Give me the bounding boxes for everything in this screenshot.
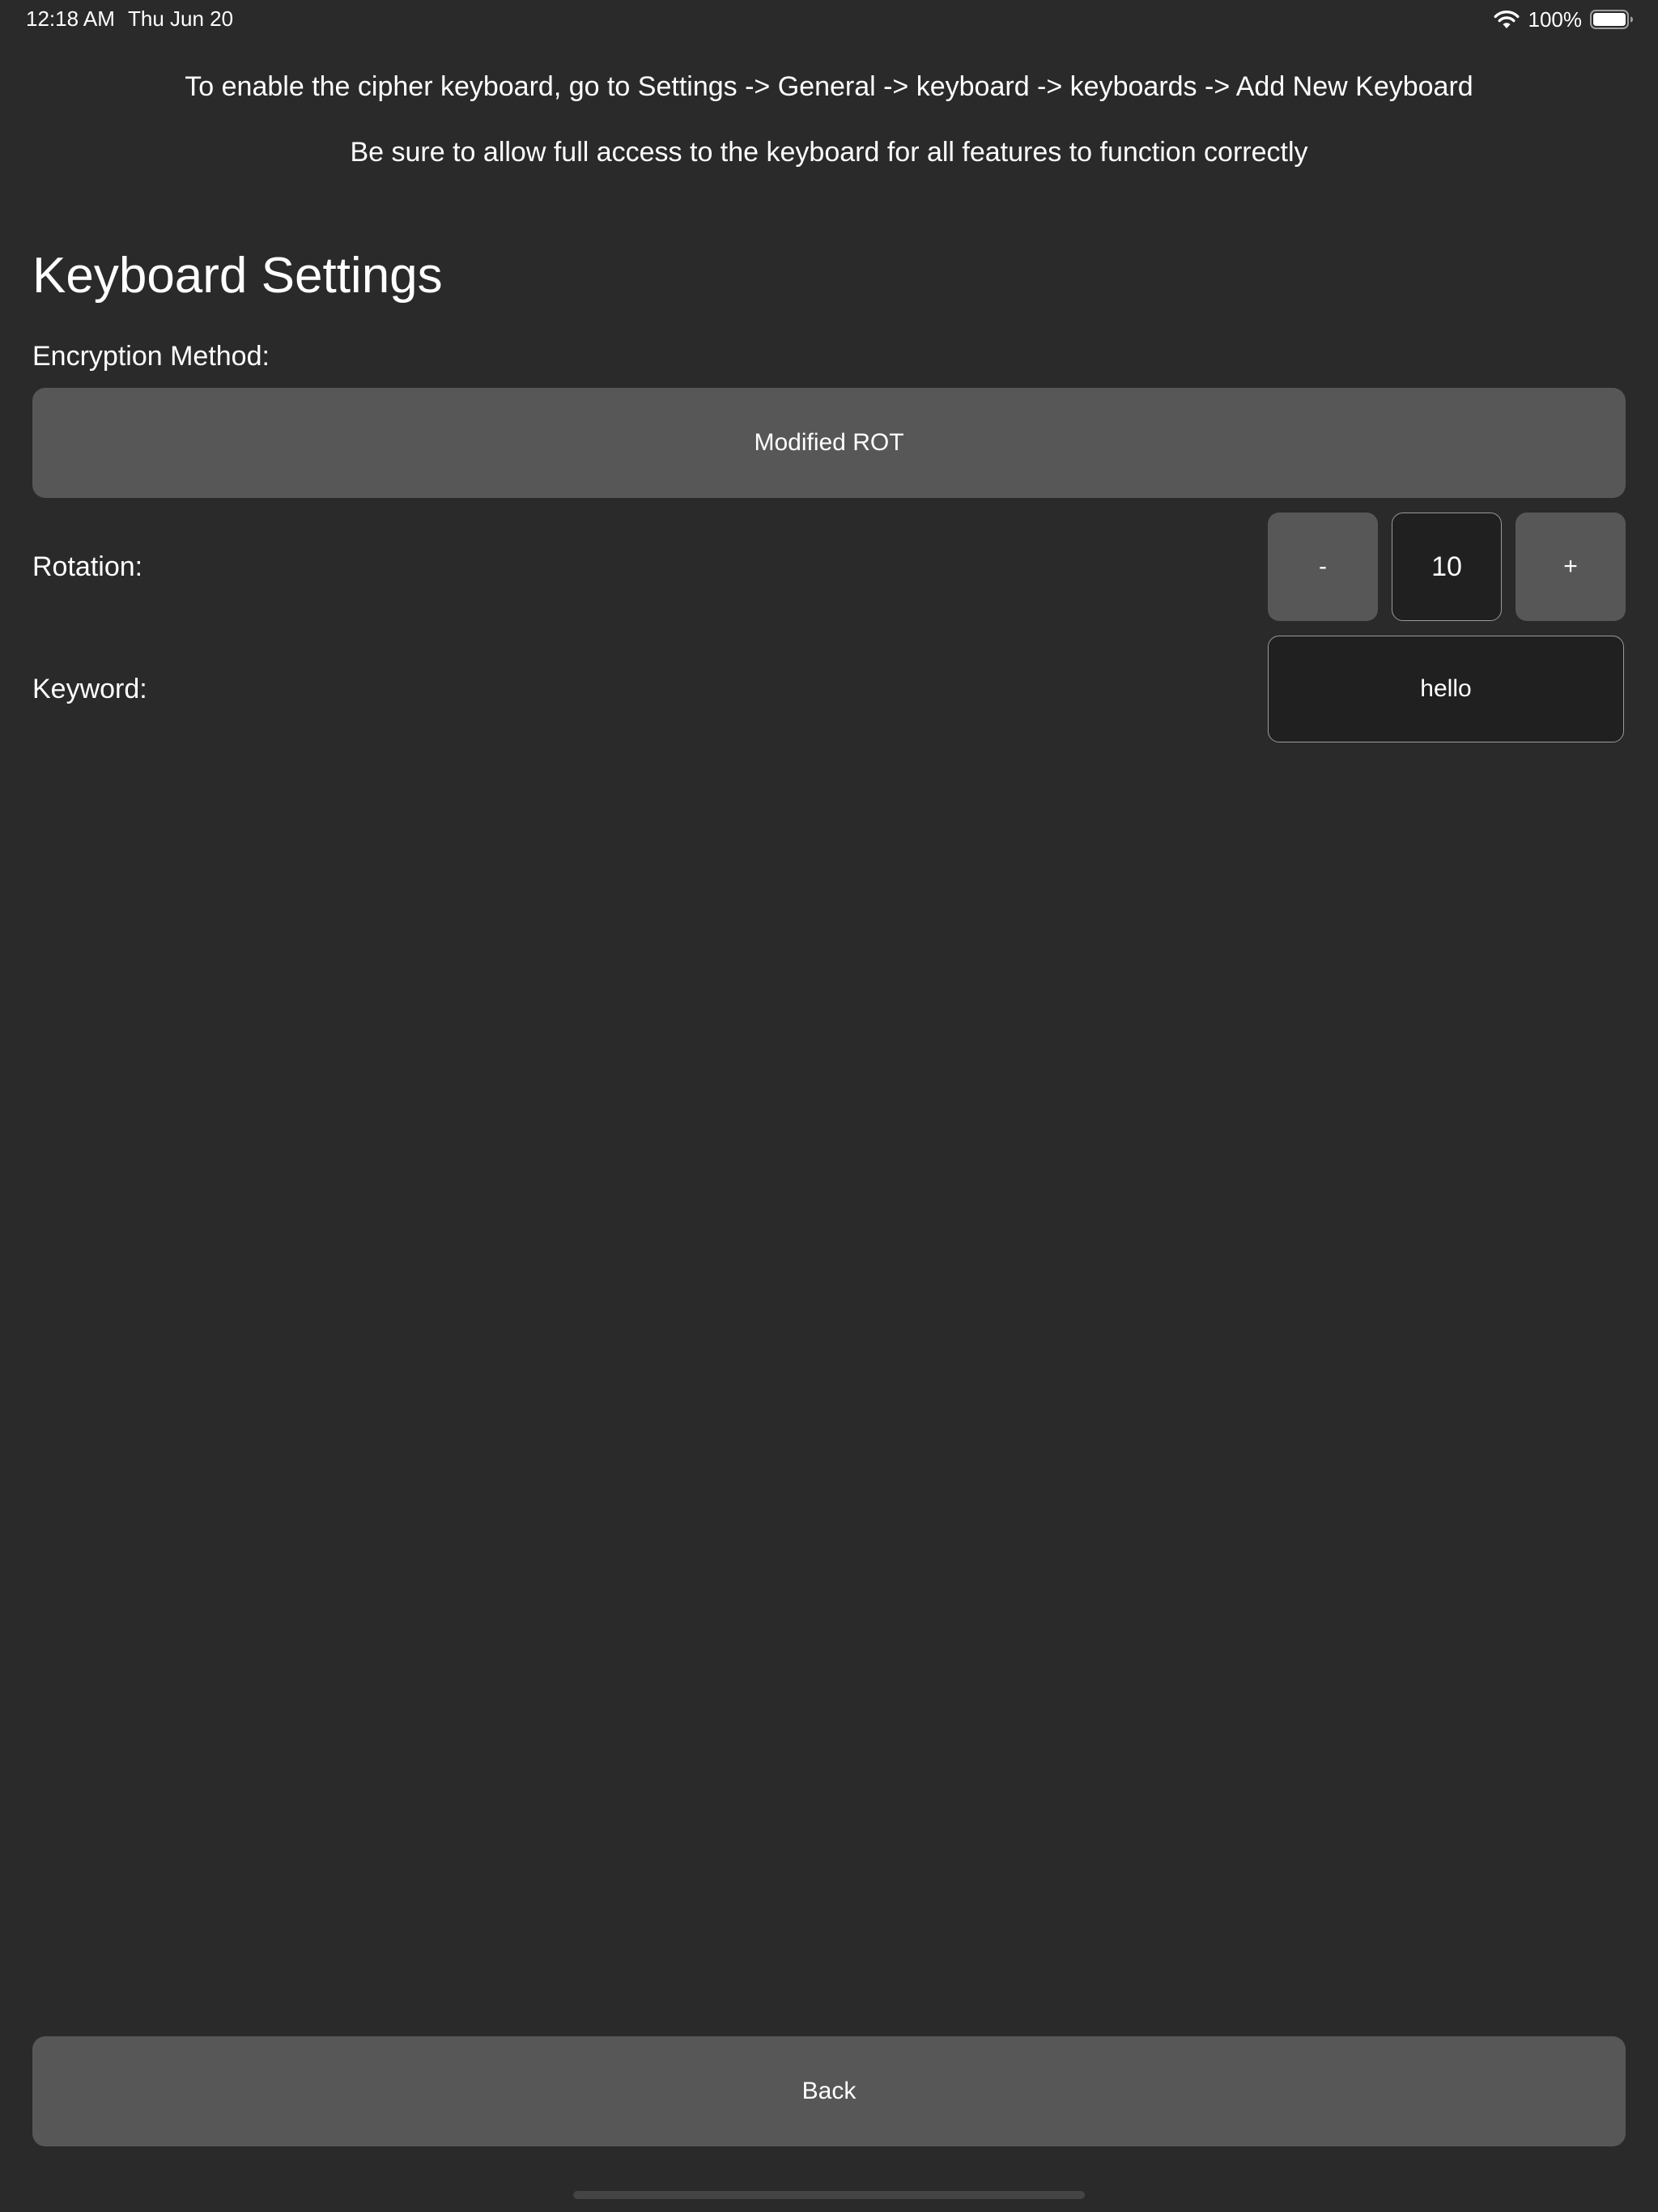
home-indicator bbox=[573, 2191, 1085, 2199]
instruction-full-access: Be sure to allow full access to the keyb… bbox=[350, 137, 1308, 168]
keyword-label: Keyword: bbox=[32, 674, 147, 704]
status-date: Thu Jun 20 bbox=[128, 6, 234, 31]
wifi-icon bbox=[1494, 11, 1519, 28]
battery-icon bbox=[1590, 10, 1633, 29]
battery-percentage: 100% bbox=[1528, 6, 1583, 32]
encryption-method-label: Encryption Method: bbox=[32, 341, 270, 372]
instruction-enable-keyboard: To enable the cipher keyboard, go to Set… bbox=[185, 71, 1473, 102]
rotation-increment-button[interactable]: + bbox=[1516, 513, 1626, 621]
rotation-decrement-button[interactable]: - bbox=[1268, 513, 1378, 621]
rotation-label: Rotation: bbox=[32, 551, 143, 582]
rotation-value: 10 bbox=[1392, 513, 1502, 621]
status-bar: 12:18 AM Thu Jun 20 100% bbox=[0, 0, 1658, 39]
keyword-input[interactable] bbox=[1268, 636, 1624, 742]
encryption-method-button[interactable]: Modified ROT bbox=[32, 388, 1626, 498]
back-button[interactable]: Back bbox=[32, 2036, 1626, 2146]
page-title: Keyboard Settings bbox=[32, 248, 443, 304]
status-indicators: 100% bbox=[1493, 6, 1635, 32]
status-time: 12:18 AM bbox=[26, 6, 115, 31]
